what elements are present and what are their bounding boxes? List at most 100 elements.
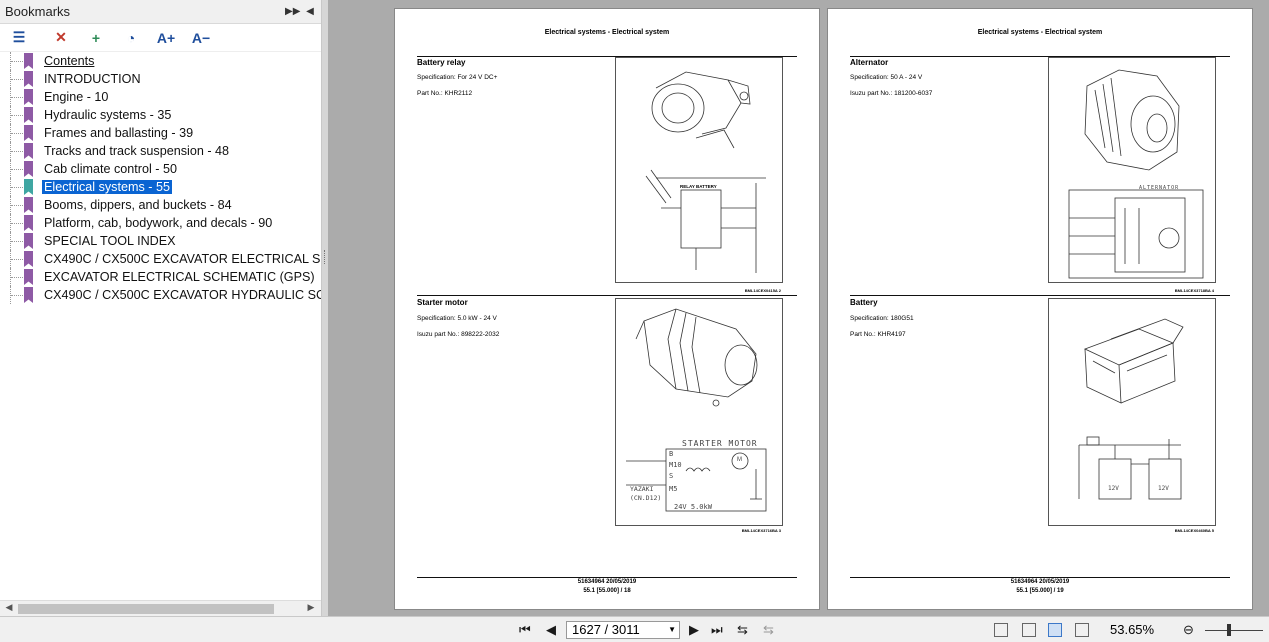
bookmark-item[interactable]: Engine - 10 <box>10 88 110 106</box>
tree-connector <box>10 250 24 268</box>
bookmark-label: Booms, dippers, and buckets - 84 <box>44 198 232 212</box>
tree-connector <box>10 70 24 88</box>
bookmark-label: Electrical systems - 55 <box>42 180 172 194</box>
scrollbar-thumb[interactable] <box>18 604 274 614</box>
footer-docid: 51634964 20/05/2019 <box>577 579 637 585</box>
page-number-field[interactable]: 1627 / 3011 ▼ <box>566 621 680 639</box>
decrease-font-icon[interactable]: A− <box>190 27 212 49</box>
previous-view-icon[interactable]: ⇆ <box>737 622 748 638</box>
section-title: Battery relay <box>417 58 466 67</box>
zoom-out-icon[interactable]: ⊖ <box>1183 622 1194 638</box>
bookmark-label: Contents <box>44 54 95 68</box>
footer-docid: 51634964 20/05/2019 <box>1010 579 1070 585</box>
tree-connector <box>10 232 24 250</box>
bookmark-properties-icon[interactable]: ◔ <box>120 27 142 49</box>
bookmark-label: Cab climate control - 50 <box>44 162 177 176</box>
bookmark-item[interactable]: Platform, cab, bodywork, and decals - 90 <box>10 214 274 232</box>
bookmark-item[interactable]: Booms, dippers, and buckets - 84 <box>10 196 234 214</box>
bookmark-label: Hydraulic systems - 35 <box>44 108 172 122</box>
bookmark-item[interactable]: Contents <box>10 52 96 70</box>
splitter-grip-icon <box>324 250 326 264</box>
continuous-facing-view-icon[interactable] <box>1075 623 1089 637</box>
bookmark-label: Platform, cab, bodywork, and decals - 90 <box>44 216 273 230</box>
tree-connector <box>10 196 24 214</box>
figure-caption: BML14CEX3718BA 4 <box>1174 288 1214 293</box>
bookmark-icon <box>24 143 33 159</box>
footer-pageref: 55.1 [55.000] / 19 <box>1016 588 1064 594</box>
section-part: Part No.: KHR4197 <box>850 331 906 338</box>
bookmark-item[interactable]: Cab climate control - 50 <box>10 160 179 178</box>
continuous-view-icon[interactable] <box>1022 623 1036 637</box>
collapse-panel-icon[interactable]: ◀ <box>303 6 317 17</box>
zoom-level[interactable]: 53.65% <box>1110 622 1154 637</box>
next-page-icon[interactable]: ▶ <box>689 622 699 638</box>
delete-bookmark-icon[interactable]: ✕ <box>50 27 72 49</box>
bookmark-item[interactable]: Tracks and track suspension - 48 <box>10 142 231 160</box>
bookmark-item-selected[interactable]: Electrical systems - 55 <box>10 178 172 196</box>
bookmarks-title: Bookmarks <box>5 4 71 19</box>
schematic-label: M <box>737 457 742 463</box>
bookmark-item[interactable]: SPECIAL TOOL INDEX <box>10 232 178 250</box>
facing-view-icon[interactable] <box>1048 623 1062 637</box>
bookmark-item[interactable]: INTRODUCTION <box>10 70 143 88</box>
footer-pageref: 55.1 [55.000] / 18 <box>583 588 631 594</box>
bookmark-item[interactable]: Frames and ballasting - 39 <box>10 124 195 142</box>
bookmark-label: INTRODUCTION <box>44 72 141 86</box>
scroll-right-icon[interactable]: ▶ <box>304 602 318 613</box>
starter-motor-figure: STARTER MOTOR B M10 S M5 YAZAKI (CN.D12)… <box>615 298 783 526</box>
scroll-left-icon[interactable]: ◀ <box>2 602 16 613</box>
figure-caption: BML14CEX0460BA 5 <box>1174 528 1214 533</box>
bookmark-item[interactable]: CX490C / CX500C EXCAVATOR HYDRAULIC SCHE… <box>10 286 321 304</box>
battery-relay-figure: RELAY BATTERY <box>615 57 783 283</box>
section-spec: Specification: 180G51 <box>850 315 914 322</box>
add-bookmark-icon[interactable]: + <box>85 27 107 49</box>
schematic-label: (CN.D12) <box>630 494 662 502</box>
bookmark-icon <box>24 179 33 195</box>
first-page-icon[interactable]: ⏮ <box>519 622 531 638</box>
expand-bookmarks-icon[interactable]: ☰ <box>8 27 30 49</box>
tree-connector <box>10 88 24 106</box>
tree-connector <box>10 178 24 196</box>
bookmark-icon <box>24 53 33 69</box>
footer-rule <box>850 577 1230 578</box>
tree-connector <box>10 268 24 286</box>
bookmark-item[interactable]: Hydraulic systems - 35 <box>10 106 173 124</box>
panel-options-icon[interactable]: ▶▶ <box>285 6 300 17</box>
bookmarks-panel: Bookmarks ▶▶ ◀ ☰ ✕ + ◔ A+ A− Contents IN… <box>0 0 322 616</box>
schematic-label: YAZAKI <box>630 485 654 493</box>
bookmark-icon <box>24 197 33 213</box>
last-page-icon[interactable]: ⏭ <box>711 622 723 638</box>
document-page-left: Electrical systems - Electrical system B… <box>394 8 820 610</box>
horizontal-scrollbar[interactable]: ◀ ▶ <box>0 600 321 616</box>
bookmark-icon <box>24 89 33 105</box>
section-spec: Specification: 50 A - 24 V <box>850 74 923 81</box>
bookmark-label: SPECIAL TOOL INDEX <box>44 234 176 248</box>
section-spec: Specification: For 24 V DC+ <box>417 74 498 81</box>
increase-font-icon[interactable]: A+ <box>155 27 177 49</box>
schematic-label: M10 <box>669 461 682 469</box>
previous-page-icon[interactable]: ◀ <box>546 622 556 638</box>
single-page-view-icon[interactable] <box>994 623 1008 637</box>
schematic-label: 12V <box>1158 485 1169 492</box>
chevron-down-icon[interactable]: ▼ <box>668 622 676 638</box>
schematic-title: RELAY BATTERY <box>680 184 717 189</box>
schematic-label: S <box>669 472 674 480</box>
bookmark-label: Tracks and track suspension - 48 <box>44 144 230 158</box>
bookmark-icon <box>24 71 33 87</box>
bookmark-icon <box>24 251 33 267</box>
tree-connector <box>10 106 24 124</box>
section-part: Part No.: KHR2112 <box>417 90 473 97</box>
bookmark-tree: Contents INTRODUCTION Engine - 10 Hydrau… <box>0 52 321 600</box>
section-part: Isuzu part No.: 898222-2032 <box>417 331 500 338</box>
panel-splitter[interactable] <box>322 0 328 616</box>
alternator-figure: ALTERNATOR <box>1048 57 1216 283</box>
bottom-toolbar: ⏮ ◀ 1627 / 3011 ▼ ▶ ⏭ ⇆ ⇆ 53.65% ⊖ <box>0 616 1269 642</box>
zoom-slider-track[interactable] <box>1205 630 1263 631</box>
bookmark-item[interactable]: EXCAVATOR ELECTRICAL SCHEMATIC (GPS) <box>10 268 317 286</box>
section-part: Isuzu part No.: 181200-6037 <box>850 90 933 97</box>
next-view-icon[interactable]: ⇆ <box>763 622 774 638</box>
bookmark-icon <box>24 269 33 285</box>
tree-connector <box>10 124 24 142</box>
bookmark-item[interactable]: CX490C / CX500C EXCAVATOR ELECTRICAL SCH… <box>10 250 321 268</box>
zoom-slider-thumb[interactable] <box>1227 624 1231 636</box>
